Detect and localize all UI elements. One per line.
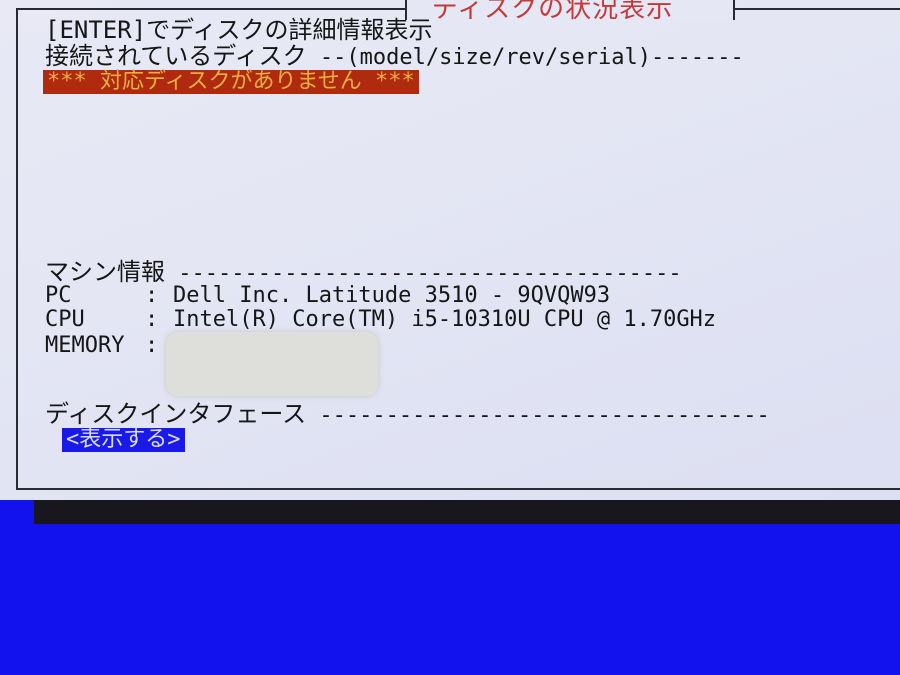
machine-row-cpu: CPU: Intel(R) Core(TM) i5-10310U CPU @ 1.… (45, 308, 716, 332)
terminal-screen: ディスクの状況表示 [ENTER]でディスクの詳細情報表示 接続されているディス… (0, 0, 900, 675)
disk-interface-rule: ---------------------------------- (306, 403, 770, 428)
disk-interface-label: ディスクインタフェース (45, 400, 307, 428)
disk-status-dialog: ディスクの状況表示 [ENTER]でディスクの詳細情報表示 接続されているディス… (0, 0, 900, 500)
machine-info-label: マシン情報 (45, 258, 165, 286)
machine-row-memory: MEMORY: (45, 334, 158, 358)
machine-separator: : (145, 333, 159, 358)
connected-disks-header: 接続されているディスク --(model/size/rev/serial)---… (45, 44, 744, 70)
machine-separator: : (145, 307, 159, 332)
machine-key: MEMORY (45, 333, 125, 358)
connected-disks-columns: --(model/size/rev/serial)------- (319, 45, 744, 70)
enter-hint: [ENTER]でディスクの詳細情報表示 (45, 16, 433, 44)
connected-disks-label: 接続されているディスク (45, 42, 307, 70)
machine-row-pc: PC: Dell Inc. Latitude 3510 - 9QVQW93 (45, 284, 610, 308)
machine-key: CPU (45, 307, 85, 332)
machine-key: PC (45, 283, 72, 308)
show-interface-button[interactable]: <表示する> (62, 428, 185, 452)
no-disk-message: *** 対応ディスクがありません *** (43, 70, 419, 94)
machine-value: Intel(R) Core(TM) i5-10310U CPU @ 1.70GH… (173, 307, 717, 332)
memory-redaction-mask (166, 332, 378, 396)
machine-value: Dell Inc. Latitude 3510 - 9QVQW93 (173, 283, 611, 308)
disk-interface-header: ディスクインタフェース ----------------------------… (45, 402, 770, 428)
machine-separator: : (145, 283, 159, 308)
dialog-title: ディスクの状況表示 (432, 0, 674, 24)
